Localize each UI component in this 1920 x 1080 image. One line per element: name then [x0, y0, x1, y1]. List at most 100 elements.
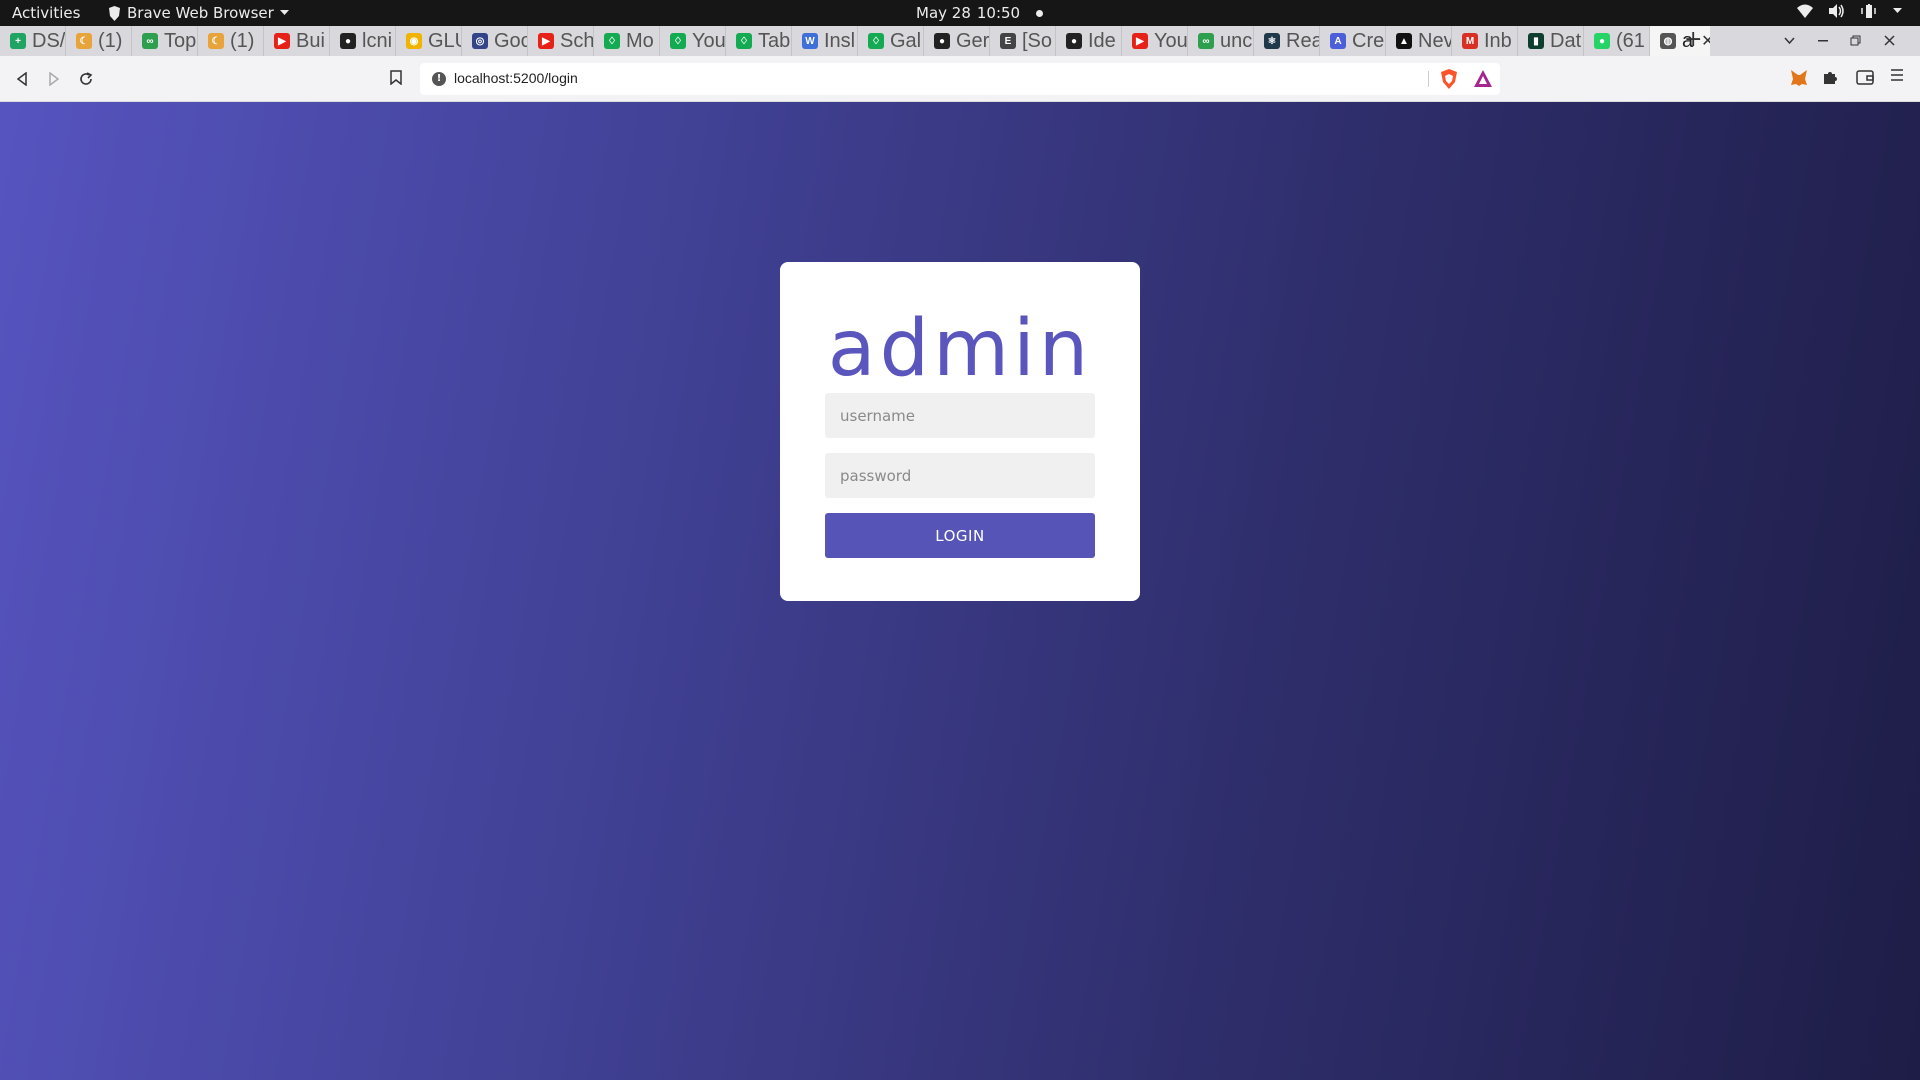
wifi-icon	[1797, 4, 1813, 18]
new-tab-button[interactable]: +	[1684, 27, 1702, 52]
browser-tab[interactable]: ∞ unc	[1188, 26, 1254, 56]
page-viewport: admin LOGIN	[0, 102, 1920, 1080]
tab-label: Gal	[890, 29, 922, 52]
browser-tab[interactable]: ♢ Mo	[594, 26, 660, 56]
browser-tab[interactable]: ▲ Nev	[1386, 26, 1452, 56]
notification-dot-icon	[1036, 9, 1044, 17]
system-tray[interactable]	[1797, 4, 1902, 18]
tab-label: Goo	[494, 29, 527, 52]
tab-label: Nev	[1418, 29, 1452, 52]
tab-label: DS/	[32, 29, 66, 52]
triangle-icon: ▲	[1396, 33, 1412, 49]
leaf-icon: ♢	[736, 33, 752, 49]
browser-tab[interactable]: ◉ GLU	[396, 26, 462, 56]
brave-rewards-icon[interactable]	[1474, 70, 1492, 87]
tab-label: Ger	[956, 29, 990, 52]
metamask-fox-icon[interactable]	[1790, 69, 1808, 87]
date-label: May 28	[916, 4, 971, 22]
browser-tab[interactable]: ▮ Dat	[1518, 26, 1584, 56]
browser-tab[interactable]: W Insl	[792, 26, 858, 56]
leaf-icon: ♢	[604, 33, 620, 49]
tab-label: Tab	[758, 29, 791, 52]
back-arrow-icon	[16, 72, 27, 86]
api-icon: A	[1330, 33, 1346, 49]
caret-down-icon	[279, 10, 289, 15]
tab-label: Mo	[626, 29, 654, 52]
site-info-icon[interactable]: !	[432, 72, 446, 86]
youtube-icon: ▶	[1132, 33, 1148, 49]
link-icon: ∞	[1198, 33, 1214, 49]
system-menu-caret-icon	[1893, 8, 1902, 13]
battery-icon	[1861, 4, 1876, 18]
tab-label: (1)	[230, 29, 255, 52]
brave-shields-icon[interactable]	[1440, 69, 1458, 89]
tab-label: Dat	[1550, 29, 1582, 52]
wallet-icon[interactable]	[1856, 69, 1874, 85]
browser-tab[interactable]: M Inb	[1452, 26, 1518, 56]
w-icon: W	[802, 33, 818, 49]
username-input[interactable]	[825, 393, 1095, 438]
bookmark-icon[interactable]	[390, 70, 402, 85]
minimize-icon[interactable]	[1818, 40, 1828, 42]
browser-toolbar: ! localhost:5200/login	[0, 56, 1920, 102]
circle-logo-icon: ◉	[406, 33, 422, 49]
browser-tab[interactable]: ◎ Goo	[462, 26, 528, 56]
tab-label: Rea	[1286, 29, 1320, 52]
youtube-icon: ▶	[538, 33, 554, 49]
address-bar[interactable]: ! localhost:5200/login	[420, 63, 1500, 95]
tab-label: You	[1154, 29, 1188, 52]
tab-label: Insl	[824, 29, 856, 52]
password-input[interactable]	[825, 453, 1095, 498]
browser-tab[interactable]: ☾ (1)	[66, 26, 132, 56]
whatsapp-icon: ●	[1594, 33, 1610, 49]
app-name: Brave Web Browser	[127, 4, 274, 22]
browser-tab[interactable]: ♢ Tab	[726, 26, 792, 56]
browser-tab[interactable]: ● Ide	[1056, 26, 1122, 56]
close-window-icon[interactable]	[1884, 35, 1895, 46]
browser-tab[interactable]: E [So	[990, 26, 1056, 56]
extensions-puzzle-icon[interactable]	[1822, 69, 1838, 85]
sheets-icon: +	[10, 33, 26, 49]
url-text[interactable]: localhost:5200/login	[454, 70, 578, 86]
github-icon: ●	[1066, 33, 1082, 49]
login-card: admin LOGIN	[780, 262, 1140, 601]
browser-tab[interactable]: ▶ You	[1122, 26, 1188, 56]
browser-tab[interactable]: ☾ (1)	[198, 26, 264, 56]
system-top-bar: Activities Brave Web Browser May 28 10:5…	[0, 0, 1920, 26]
forward-button[interactable]	[44, 69, 64, 89]
reload-icon	[80, 72, 93, 85]
gmail-icon: M	[1462, 33, 1478, 49]
tab-label: Ide	[1088, 29, 1116, 52]
browser-tab[interactable]: + DS/	[0, 26, 66, 56]
admin-logo: admin	[827, 304, 1093, 394]
tab-label: [So	[1022, 29, 1053, 52]
tab-label: Bui	[296, 29, 325, 52]
browser-tab[interactable]: A Cre	[1320, 26, 1386, 56]
browser-tab[interactable]: ♢ You	[660, 26, 726, 56]
back-button[interactable]	[12, 69, 32, 89]
login-button[interactable]: LOGIN	[825, 513, 1095, 558]
clock[interactable]: May 28 10:50	[916, 4, 1044, 22]
reload-button[interactable]	[76, 69, 96, 89]
browser-tab[interactable]: ∞ Top	[132, 26, 198, 56]
moon-icon: ☾	[76, 33, 92, 49]
leaf-icon: ♢	[670, 33, 686, 49]
app-menu[interactable]: Brave Web Browser	[108, 4, 289, 22]
browser-tab[interactable]: ▶ Sch	[528, 26, 594, 56]
restore-icon[interactable]	[1850, 35, 1861, 46]
browser-tab[interactable]: ● lcni	[330, 26, 396, 56]
tab-label: unc	[1220, 29, 1253, 52]
browser-tab[interactable]: ⚛ Rea	[1254, 26, 1320, 56]
people-icon: ◎	[472, 33, 488, 49]
globe-icon: ◍	[1660, 33, 1676, 49]
activities-button[interactable]: Activities	[12, 4, 80, 22]
browser-tab[interactable]: ● Ger	[924, 26, 990, 56]
tab-search-chevron-icon[interactable]	[1784, 37, 1795, 44]
browser-tab[interactable]: ♢ Gal	[858, 26, 924, 56]
browser-tab[interactable]: ● (61	[1584, 26, 1650, 56]
hamburger-menu-icon[interactable]	[1890, 69, 1904, 81]
browser-tab[interactable]: ▶ Bui	[264, 26, 330, 56]
time-label: 10:50	[976, 4, 1021, 22]
tab-strip-controls: +	[1684, 26, 1920, 56]
volume-icon	[1829, 4, 1844, 18]
